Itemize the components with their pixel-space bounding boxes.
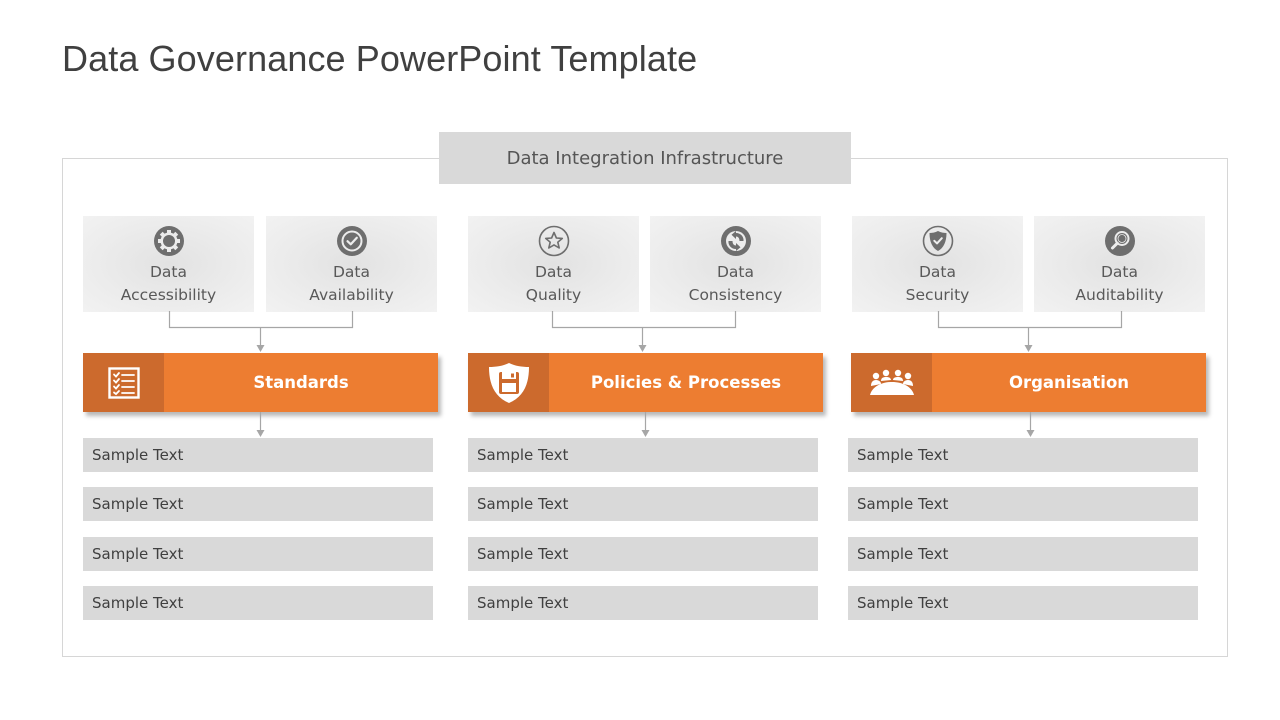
list-item: Sample Text <box>83 487 433 521</box>
card-label: Data Security <box>906 261 970 307</box>
list-item: Sample Text <box>83 438 433 472</box>
card-label: Data Consistency <box>689 261 783 307</box>
magnifier-icon <box>1104 226 1135 256</box>
list-item: Sample Text <box>848 487 1198 521</box>
pillar-standards: Standards <box>83 353 438 412</box>
connector-arrow <box>937 311 1123 352</box>
infrastructure-header: Data Integration Infrastructure <box>439 132 851 184</box>
connector-arrow <box>168 311 354 352</box>
card-label-line2: Auditability <box>1075 286 1164 304</box>
pillar-label: Organisation <box>1008 373 1130 392</box>
list-item: Sample Text <box>848 537 1198 571</box>
card-label-line2: Quality <box>525 286 582 304</box>
connector-arrow <box>551 311 737 352</box>
gear-icon <box>153 226 184 256</box>
connector-arrow <box>256 412 265 437</box>
card-label-line1: Data <box>534 263 572 281</box>
card-label-line1: Data <box>149 263 187 281</box>
card-label-line2: Security <box>905 286 970 304</box>
connector-arrow <box>1026 412 1035 437</box>
list-item: Sample Text <box>848 586 1198 620</box>
card-label-line1: Data <box>918 263 956 281</box>
list-item: Sample Text <box>468 586 818 620</box>
pillar-icon-box <box>83 353 164 412</box>
card-label-line2: Consistency <box>688 286 783 304</box>
connector-arrow <box>641 412 650 437</box>
list-item: Sample Text <box>468 537 818 571</box>
pillar-policies-processes: Policies & Processes <box>468 353 823 412</box>
shield-save-icon <box>488 362 529 403</box>
card-data-security: Data Security <box>852 216 1023 312</box>
list-item: Sample Text <box>83 586 433 620</box>
checklist-icon <box>107 366 140 399</box>
star-icon <box>538 225 569 257</box>
card-label-line1: Data <box>332 263 370 281</box>
pillar-label: Standards <box>253 373 349 392</box>
card-label-line2: Accessibility <box>120 286 217 304</box>
card-data-auditability: Data Auditability <box>1034 216 1205 312</box>
check-circle-icon <box>336 226 367 256</box>
card-label: Data Auditability <box>1075 261 1163 307</box>
list-item: Sample Text <box>848 438 1198 472</box>
card-data-availability: Data Availability <box>266 216 437 312</box>
pillar-label: Policies & Processes <box>590 373 782 392</box>
pillar-icon-box <box>468 353 549 412</box>
card-data-accessibility: Data Accessibility <box>83 216 254 312</box>
card-data-quality: Data Quality <box>468 216 639 312</box>
list-item: Sample Text <box>468 438 818 472</box>
card-label: Data Quality <box>526 261 581 307</box>
shield-check-icon <box>922 225 953 257</box>
list-item: Sample Text <box>468 487 818 521</box>
slide-title: Data Governance PowerPoint Template <box>62 38 698 79</box>
pillar-organisation: Organisation <box>851 353 1206 412</box>
card-label-line1: Data <box>1100 263 1138 281</box>
card-label-line1: Data <box>716 263 754 281</box>
card-label: Data Accessibility <box>121 261 216 307</box>
card-data-consistency: Data Consistency <box>650 216 821 312</box>
card-label-line2: Availability <box>309 286 394 304</box>
refresh-icon <box>720 226 751 256</box>
list-item: Sample Text <box>83 537 433 571</box>
card-label: Data Availability <box>309 261 394 307</box>
team-meeting-icon <box>869 369 914 395</box>
pillar-icon-box <box>851 353 932 412</box>
